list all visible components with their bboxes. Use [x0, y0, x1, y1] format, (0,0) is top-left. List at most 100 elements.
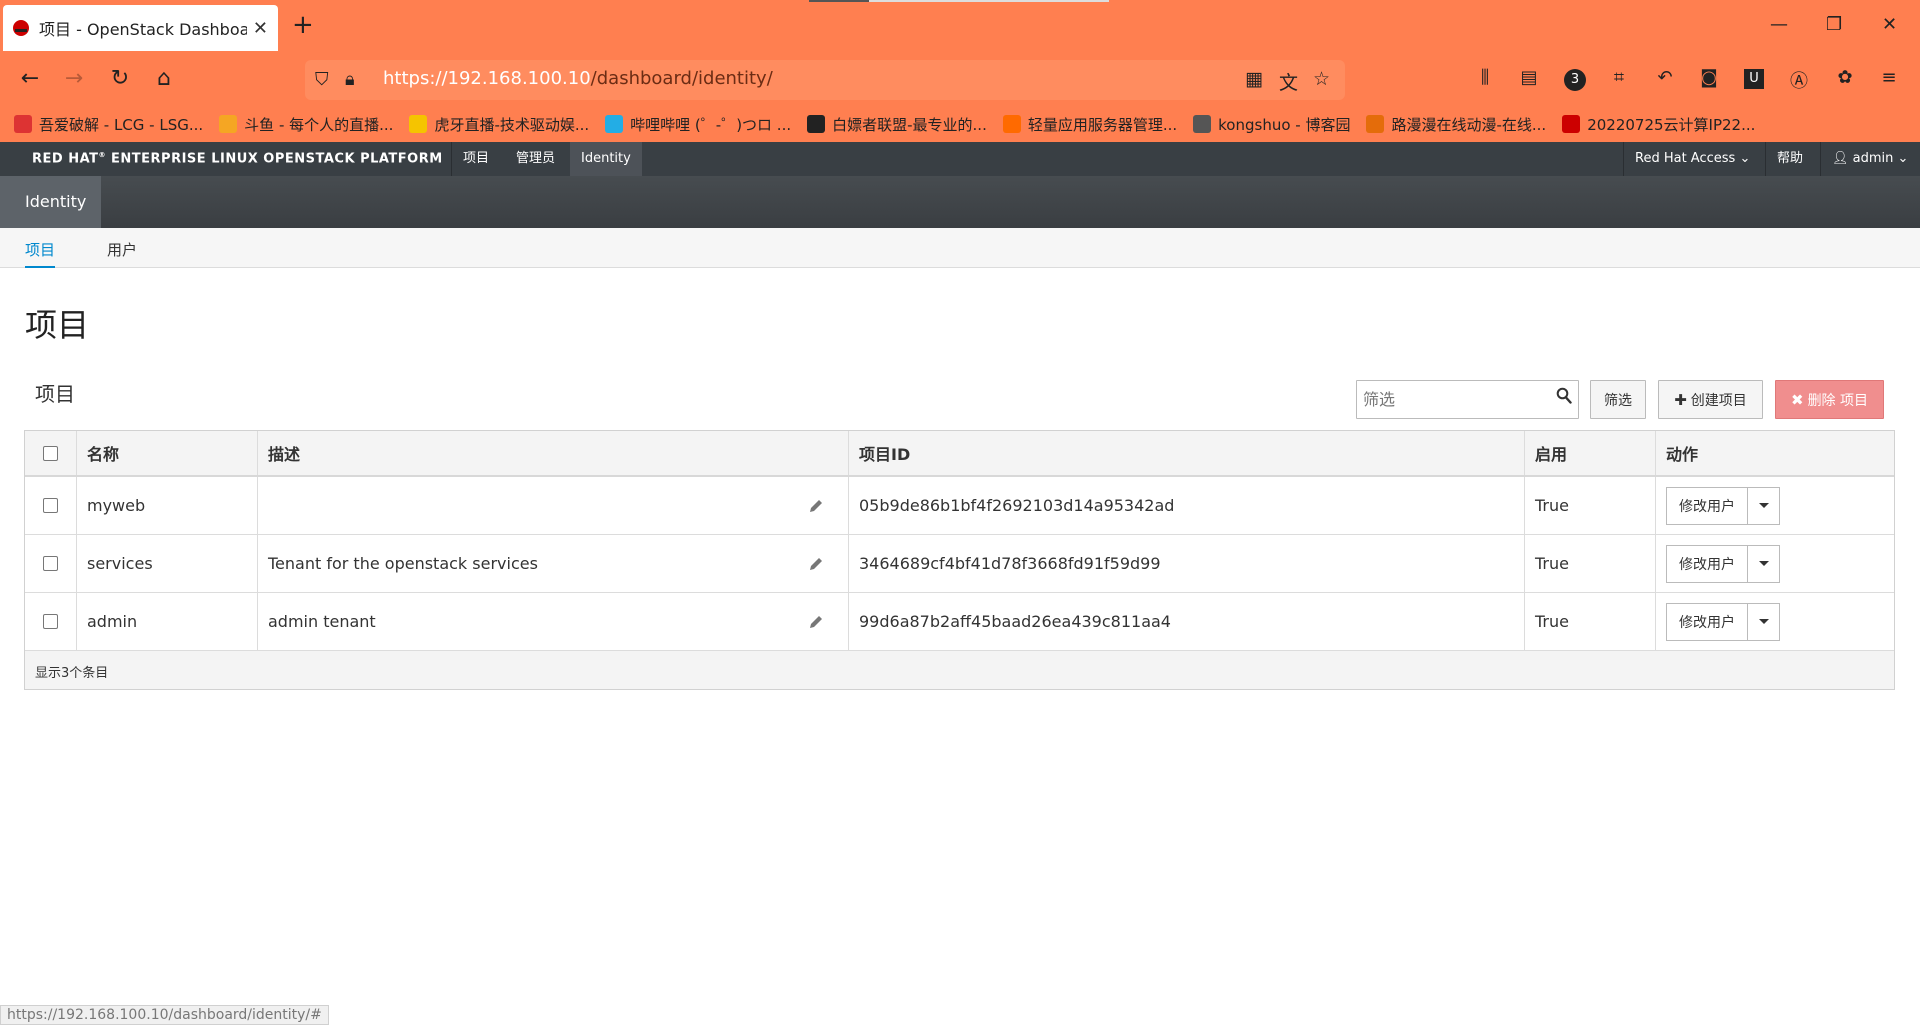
extension-mask-icon[interactable]: ◙ — [1696, 67, 1722, 88]
header-name[interactable]: 名称 — [77, 431, 258, 475]
bookmark-star-icon[interactable]: ☆ — [1313, 68, 1330, 90]
dashboard-subheader: Identity — [0, 176, 1920, 228]
create-project-button[interactable]: ✚ 创建项目 — [1658, 380, 1763, 419]
tab-strip-indicator — [809, 0, 869, 2]
sidebar-icon[interactable]: ▤ — [1516, 67, 1542, 88]
bookmark-item[interactable]: 虎牙直播-技术驱动娱... — [409, 114, 589, 135]
row-checkbox[interactable] — [43, 498, 58, 513]
library-icon[interactable]: ⫼ — [1472, 67, 1498, 88]
header-enabled[interactable]: 启用 — [1525, 431, 1656, 475]
filter-button[interactable]: 筛选 — [1590, 380, 1646, 419]
brand-logo[interactable]: RED HAT® ENTERPRISE LINUX OPENSTACK PLAT… — [32, 151, 443, 166]
edit-pencil-icon[interactable] — [808, 556, 824, 572]
bookmark-item[interactable]: 轻量应用服务器管理... — [1002, 114, 1178, 135]
restore-icon[interactable]: ❐ — [1826, 14, 1842, 35]
extension-translate-icon[interactable]: Ⓐ — [1786, 67, 1812, 93]
plus-icon: ✚ — [1674, 390, 1687, 409]
project-enabled: True — [1525, 477, 1656, 534]
bookmark-label: 吾爱破解 - LCG - LSG... — [39, 115, 204, 134]
close-window-icon[interactable]: ✕ — [1882, 14, 1897, 35]
edit-pencil-icon[interactable] — [808, 498, 824, 514]
secnav-users[interactable]: 用户 — [107, 239, 137, 260]
action-dropdown-toggle[interactable] — [1748, 602, 1780, 641]
forward-icon[interactable]: → — [60, 66, 88, 91]
description-cell — [258, 477, 849, 534]
edit-users-button[interactable]: 修改用户 — [1666, 544, 1748, 583]
header-description[interactable]: 描述 — [258, 431, 849, 475]
create-project-label: 创建项目 — [1690, 392, 1747, 409]
back-icon[interactable]: ← — [16, 66, 44, 91]
select-all-checkbox[interactable] — [43, 445, 58, 461]
help-link[interactable]: 帮助 — [1766, 142, 1814, 176]
user-menu[interactable]: 👤︎ admin ⌄ — [1821, 142, 1919, 176]
red-hat-access-label: Red Hat Access — [1635, 151, 1736, 166]
bookmark-label: 哔哩哔哩 (゜-゜)つロ ... — [630, 115, 792, 134]
edit-pencil-icon[interactable] — [808, 614, 824, 630]
table-row: myweb 05b9de86b1bf4f2692103d14a95342ad Tru… — [25, 477, 1894, 535]
chevron-down-icon: ⌄ — [1739, 151, 1751, 166]
topnav-admin[interactable]: 管理员 — [505, 142, 566, 176]
chevron-down-icon: ⌄ — [1897, 151, 1909, 166]
reload-icon[interactable]: ↻ — [106, 66, 134, 91]
bookmark-favicon-icon — [14, 115, 32, 133]
extension-flower-icon[interactable]: ✿ — [1832, 67, 1858, 88]
actions-cell: 修改用户 — [1656, 477, 1894, 534]
bookmark-item[interactable]: 20220725云计算IP22... — [1562, 114, 1755, 135]
bookmark-label: 斗鱼 - 每个人的直播... — [244, 115, 394, 134]
bookmark-item[interactable]: 吾爱破解 - LCG - LSG... — [14, 114, 203, 135]
bookmark-favicon-icon — [807, 115, 826, 133]
extension-u-icon[interactable]: U — [1744, 69, 1764, 89]
secnav-projects[interactable]: 项目 — [25, 239, 56, 268]
action-button-group: 修改用户 — [1666, 486, 1780, 525]
url-bar[interactable]: ⛉ 🔒︎ https://192.168.100.10/dashboard/id… — [305, 60, 1345, 100]
row-checkbox[interactable] — [43, 614, 58, 629]
edit-users-button[interactable]: 修改用户 — [1666, 486, 1748, 525]
project-name: services — [77, 535, 258, 592]
action-dropdown-toggle[interactable] — [1748, 486, 1780, 525]
url-text[interactable]: https://192.168.100.10/dashboard/identit… — [383, 68, 773, 89]
translate-icon[interactable]: 文 — [1279, 68, 1298, 95]
browser-tab[interactable]: 项目 - OpenStack Dashboard ✕ — [3, 5, 278, 51]
topnav-identity[interactable]: Identity — [570, 142, 642, 176]
red-hat-access-menu[interactable]: Red Hat Access ⌄ — [1624, 142, 1761, 176]
bookmark-item[interactable]: 哔哩哔哩 (゜-゜)つロ ... — [605, 114, 791, 135]
qr-code-icon[interactable]: ▦ — [1245, 68, 1263, 90]
filter-input[interactable] — [1357, 381, 1547, 418]
action-dropdown-toggle[interactable] — [1748, 544, 1780, 583]
bookmark-item[interactable]: 路漫漫在线动漫-在线... — [1366, 114, 1546, 135]
minimize-icon[interactable]: — — [1770, 14, 1788, 35]
bookmark-item[interactable]: 斗鱼 - 每个人的直播... — [219, 114, 393, 135]
openstack-topbar: RED HAT® ENTERPRISE LINUX OPENSTACK PLAT… — [0, 142, 1920, 176]
actions-cell: 修改用户 — [1656, 593, 1894, 650]
identity-panel-tab[interactable]: Identity — [0, 176, 101, 228]
action-button-group: 修改用户 — [1666, 602, 1780, 641]
new-tab-icon[interactable]: + — [292, 10, 314, 40]
home-icon[interactable]: ⌂ — [150, 66, 178, 91]
secondary-nav: 项目 用户 — [0, 228, 1920, 268]
bookmark-label: 20220725云计算IP22... — [1587, 115, 1756, 134]
menu-icon[interactable]: ≡ — [1876, 67, 1902, 88]
projects-table: 名称 描述 项目ID 启用 动作 myweb 05b9de86b1bf4f2692… — [24, 430, 1895, 690]
crop-icon[interactable]: ⌗ — [1606, 67, 1632, 88]
lock-icon[interactable]: 🔒︎ — [345, 69, 355, 90]
project-description: Tenant for the openstack services — [268, 554, 538, 573]
header-actions: 动作 — [1666, 445, 1699, 464]
user-icon: 👤︎ — [1832, 151, 1849, 166]
shield-icon[interactable]: ⛉ — [315, 69, 329, 90]
edit-users-button[interactable]: 修改用户 — [1666, 602, 1748, 641]
extension-badge-icon[interactable]: 3 — [1564, 69, 1586, 91]
search-icon[interactable] — [1556, 387, 1572, 405]
select-cell — [25, 477, 77, 534]
delete-project-button[interactable]: ✖ 删除 项目 — [1775, 380, 1884, 419]
project-id: 99d6a87b2aff45baad26ea439c811aa4 — [849, 593, 1525, 650]
bookmark-item[interactable]: kongshuo - 博客园 — [1193, 114, 1350, 135]
topnav-project[interactable]: 项目 — [452, 142, 500, 176]
bookmark-label: 轻量应用服务器管理... — [1027, 115, 1178, 134]
redhat-favicon-icon — [13, 20, 29, 36]
undo-icon[interactable]: ↶ — [1652, 67, 1678, 88]
close-tab-icon[interactable]: ✕ — [253, 18, 268, 39]
header-project-id[interactable]: 项目ID — [849, 431, 1525, 475]
filter-box — [1356, 380, 1579, 419]
row-checkbox[interactable] — [43, 556, 58, 571]
bookmark-item[interactable]: 白嫖者联盟-最专业的... — [807, 114, 987, 135]
